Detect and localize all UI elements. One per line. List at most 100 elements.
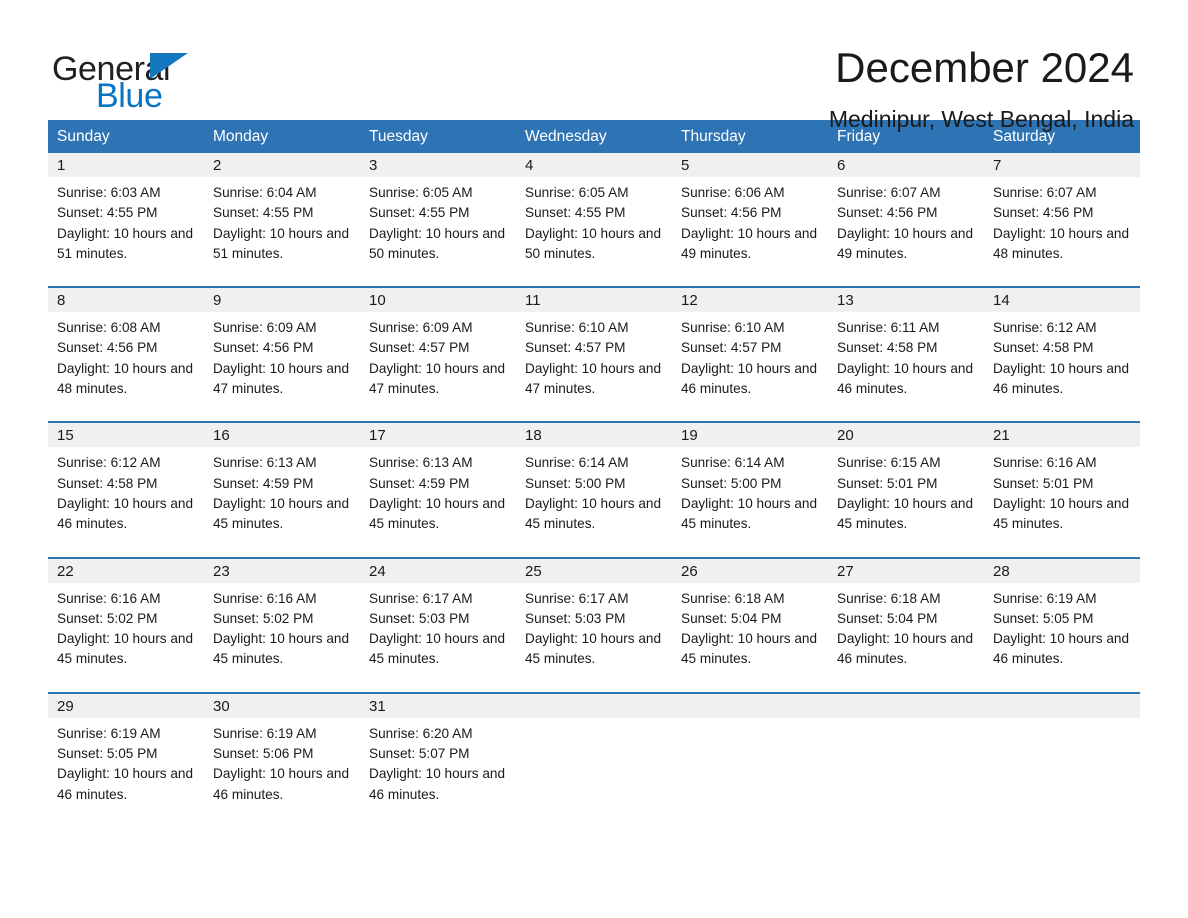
day-details: Sunrise: 6:11 AM Sunset: 4:58 PM Daylight:… xyxy=(828,312,984,399)
day-cell[interactable]: 24 Sunrise: 6:17 AM Sunset: 5:03 PM Dayligh… xyxy=(360,558,516,692)
day-cell[interactable]: 4 Sunrise: 6:05 AM Sunset: 4:55 PM Daylight… xyxy=(516,153,672,286)
day-cell[interactable]: 25 Sunrise: 6:17 AM Sunset: 5:03 PM Dayligh… xyxy=(516,558,672,692)
day-cell[interactable]: 17 Sunrise: 6:13 AM Sunset: 4:59 PM Dayligh… xyxy=(360,423,516,556)
sunset-text: Sunset: 5:06 PM xyxy=(213,746,314,762)
calendar-week-row: 1 Sunrise: 6:03 AM Sunset: 4:55 PM Daylight… xyxy=(48,153,1140,286)
day-cell[interactable]: 7 Sunrise: 6:07 AM Sunset: 4:56 PM Daylight… xyxy=(984,153,1140,286)
day-cell[interactable]: 3 Sunrise: 6:05 AM Sunset: 4:55 PM Daylight… xyxy=(360,153,516,286)
day-details: Sunrise: 6:12 AM Sunset: 4:58 PM Daylight:… xyxy=(984,312,1140,399)
daylight-text: Daylight: 10 hours and 50 minutes. xyxy=(525,225,662,261)
day-details: Sunrise: 6:13 AM Sunset: 4:59 PM Daylight:… xyxy=(360,447,516,534)
day-cell[interactable]: 1 Sunrise: 6:03 AM Sunset: 4:55 PM Daylight… xyxy=(48,153,204,286)
daylight-text: Daylight: 10 hours and 45 minutes. xyxy=(57,631,194,667)
weekday-header-thursday: Thursday xyxy=(681,128,746,145)
weekday-header-sunday: Sunday xyxy=(57,128,110,145)
sunrise-text: Sunrise: 6:19 AM xyxy=(213,725,317,741)
day-number: 20 xyxy=(828,423,984,448)
day-number: 9 xyxy=(204,288,360,313)
day-details: Sunrise: 6:10 AM Sunset: 4:57 PM Daylight:… xyxy=(516,312,672,399)
calendar-weeks: 1 Sunrise: 6:03 AM Sunset: 4:55 PM Daylight… xyxy=(48,153,1140,827)
sunrise-text: Sunrise: 6:09 AM xyxy=(369,320,473,336)
sunset-text: Sunset: 4:58 PM xyxy=(57,475,158,491)
daylight-text: Daylight: 10 hours and 50 minutes. xyxy=(369,225,506,261)
day-details: Sunrise: 6:13 AM Sunset: 4:59 PM Daylight:… xyxy=(204,447,360,534)
day-number: 13 xyxy=(828,288,984,313)
sunrise-text: Sunrise: 6:13 AM xyxy=(369,455,473,471)
day-cell[interactable]: 2 Sunrise: 6:04 AM Sunset: 4:55 PM Daylight… xyxy=(204,153,360,286)
day-cell[interactable]: 11 Sunrise: 6:10 AM Sunset: 4:57 PM Dayligh… xyxy=(516,288,672,421)
sunrise-text: Sunrise: 6:19 AM xyxy=(57,725,161,741)
day-cell[interactable]: 21 Sunrise: 6:16 AM Sunset: 5:01 PM Dayligh… xyxy=(984,423,1140,556)
day-cell[interactable]: 15 Sunrise: 6:12 AM Sunset: 4:58 PM Dayligh… xyxy=(48,423,204,556)
day-cell[interactable]: 6 Sunrise: 6:07 AM Sunset: 4:56 PM Daylight… xyxy=(828,153,984,286)
day-number: 8 xyxy=(48,288,204,313)
day-details: Sunrise: 6:05 AM Sunset: 4:55 PM Daylight:… xyxy=(360,177,516,264)
weekday-header-tuesday: Tuesday xyxy=(369,128,428,145)
day-details: Sunrise: 6:20 AM Sunset: 5:07 PM Daylight:… xyxy=(360,718,516,805)
daylight-text: Daylight: 10 hours and 46 minutes. xyxy=(369,766,506,802)
day-cell[interactable]: 12 Sunrise: 6:10 AM Sunset: 4:57 PM Dayligh… xyxy=(672,288,828,421)
day-details: Sunrise: 6:08 AM Sunset: 4:56 PM Daylight:… xyxy=(48,312,204,399)
day-cell[interactable]: 14 Sunrise: 6:12 AM Sunset: 4:58 PM Dayligh… xyxy=(984,288,1140,421)
day-cell[interactable]: 29 Sunrise: 6:19 AM Sunset: 5:05 PM Dayligh… xyxy=(48,693,204,827)
sunset-text: Sunset: 4:58 PM xyxy=(837,340,938,356)
sunset-text: Sunset: 4:57 PM xyxy=(681,340,782,356)
day-cell[interactable]: 13 Sunrise: 6:11 AM Sunset: 4:58 PM Dayligh… xyxy=(828,288,984,421)
day-cell[interactable]: 23 Sunrise: 6:16 AM Sunset: 5:02 PM Dayligh… xyxy=(204,558,360,692)
calendar-week-row: 8 Sunrise: 6:08 AM Sunset: 4:56 PM Daylight… xyxy=(48,286,1140,421)
day-number: 12 xyxy=(672,288,828,313)
day-details: Sunrise: 6:17 AM Sunset: 5:03 PM Daylight:… xyxy=(360,583,516,670)
day-details: Sunrise: 6:12 AM Sunset: 4:58 PM Daylight:… xyxy=(48,447,204,534)
sunrise-text: Sunrise: 6:10 AM xyxy=(525,320,629,336)
general-blue-logo: General Blue xyxy=(48,44,218,115)
sunrise-text: Sunrise: 6:04 AM xyxy=(213,185,317,200)
day-cell[interactable]: 26 Sunrise: 6:18 AM Sunset: 5:04 PM Dayligh… xyxy=(672,558,828,692)
day-number xyxy=(672,693,828,718)
sunset-text: Sunset: 4:55 PM xyxy=(525,205,626,221)
day-cell[interactable]: 10 Sunrise: 6:09 AM Sunset: 4:57 PM Dayligh… xyxy=(360,288,516,421)
day-details: Sunrise: 6:16 AM Sunset: 5:02 PM Daylight:… xyxy=(48,583,204,670)
day-details: Sunrise: 6:09 AM Sunset: 4:56 PM Daylight:… xyxy=(204,312,360,399)
sunset-text: Sunset: 4:56 PM xyxy=(993,205,1094,221)
day-details: Sunrise: 6:10 AM Sunset: 4:57 PM Daylight:… xyxy=(672,312,828,399)
day-cell-empty xyxy=(984,693,1140,827)
day-number: 14 xyxy=(984,288,1140,313)
day-number: 7 xyxy=(984,153,1140,177)
sunrise-text: Sunrise: 6:12 AM xyxy=(993,320,1097,336)
day-cell[interactable]: 19 Sunrise: 6:14 AM Sunset: 5:00 PM Dayligh… xyxy=(672,423,828,556)
sunrise-text: Sunrise: 6:16 AM xyxy=(993,455,1097,471)
daylight-text: Daylight: 10 hours and 46 minutes. xyxy=(681,360,818,397)
day-cell[interactable]: 16 Sunrise: 6:13 AM Sunset: 4:59 PM Dayligh… xyxy=(204,423,360,556)
sunset-text: Sunset: 4:59 PM xyxy=(213,475,314,491)
sunrise-text: Sunrise: 6:11 AM xyxy=(837,320,940,336)
day-cell[interactable]: 8 Sunrise: 6:08 AM Sunset: 4:56 PM Daylight… xyxy=(48,288,204,421)
daylight-text: Daylight: 10 hours and 46 minutes. xyxy=(993,360,1130,397)
day-cell[interactable]: 22 Sunrise: 6:16 AM Sunset: 5:02 PM Dayligh… xyxy=(48,558,204,692)
day-number: 30 xyxy=(204,693,360,718)
weekday-header-friday: Friday xyxy=(837,128,881,145)
daylight-text: Daylight: 10 hours and 45 minutes. xyxy=(681,631,818,667)
day-cell[interactable]: 31 Sunrise: 6:20 AM Sunset: 5:07 PM Dayligh… xyxy=(360,693,516,827)
day-cell[interactable]: 27 Sunrise: 6:18 AM Sunset: 5:04 PM Dayligh… xyxy=(828,558,984,692)
sunset-text: Sunset: 5:07 PM xyxy=(369,746,470,762)
day-cell[interactable]: 9 Sunrise: 6:09 AM Sunset: 4:56 PM Daylight… xyxy=(204,288,360,421)
sunrise-text: Sunrise: 6:10 AM xyxy=(681,320,785,336)
day-cell[interactable]: 20 Sunrise: 6:15 AM Sunset: 5:01 PM Dayligh… xyxy=(828,423,984,556)
daylight-text: Daylight: 10 hours and 46 minutes. xyxy=(993,631,1130,667)
sunset-text: Sunset: 4:55 PM xyxy=(213,205,314,221)
day-cell[interactable]: 18 Sunrise: 6:14 AM Sunset: 5:00 PM Dayligh… xyxy=(516,423,672,556)
sunrise-text: Sunrise: 6:09 AM xyxy=(213,320,317,336)
sunset-text: Sunset: 5:00 PM xyxy=(681,475,782,491)
weekday-header-monday: Monday xyxy=(213,128,269,145)
day-number: 28 xyxy=(984,558,1140,583)
day-cell[interactable]: 28 Sunrise: 6:19 AM Sunset: 5:05 PM Dayligh… xyxy=(984,558,1140,692)
daylight-text: Daylight: 10 hours and 47 minutes. xyxy=(369,360,506,397)
calendar-week-row: 22 Sunrise: 6:16 AM Sunset: 5:02 PM Dayligh… xyxy=(48,556,1140,692)
daylight-text: Daylight: 10 hours and 46 minutes. xyxy=(837,631,974,667)
sunset-text: Sunset: 4:55 PM xyxy=(369,205,470,221)
calendar-page: General Blue December 2024 Medinipur, We… xyxy=(0,0,1188,918)
sunrise-text: Sunrise: 6:16 AM xyxy=(57,590,161,606)
day-cell[interactable]: 5 Sunrise: 6:06 AM Sunset: 4:56 PM Daylight… xyxy=(672,153,828,286)
daylight-text: Daylight: 10 hours and 49 minutes. xyxy=(837,225,974,261)
day-cell[interactable]: 30 Sunrise: 6:19 AM Sunset: 5:06 PM Dayligh… xyxy=(204,693,360,827)
